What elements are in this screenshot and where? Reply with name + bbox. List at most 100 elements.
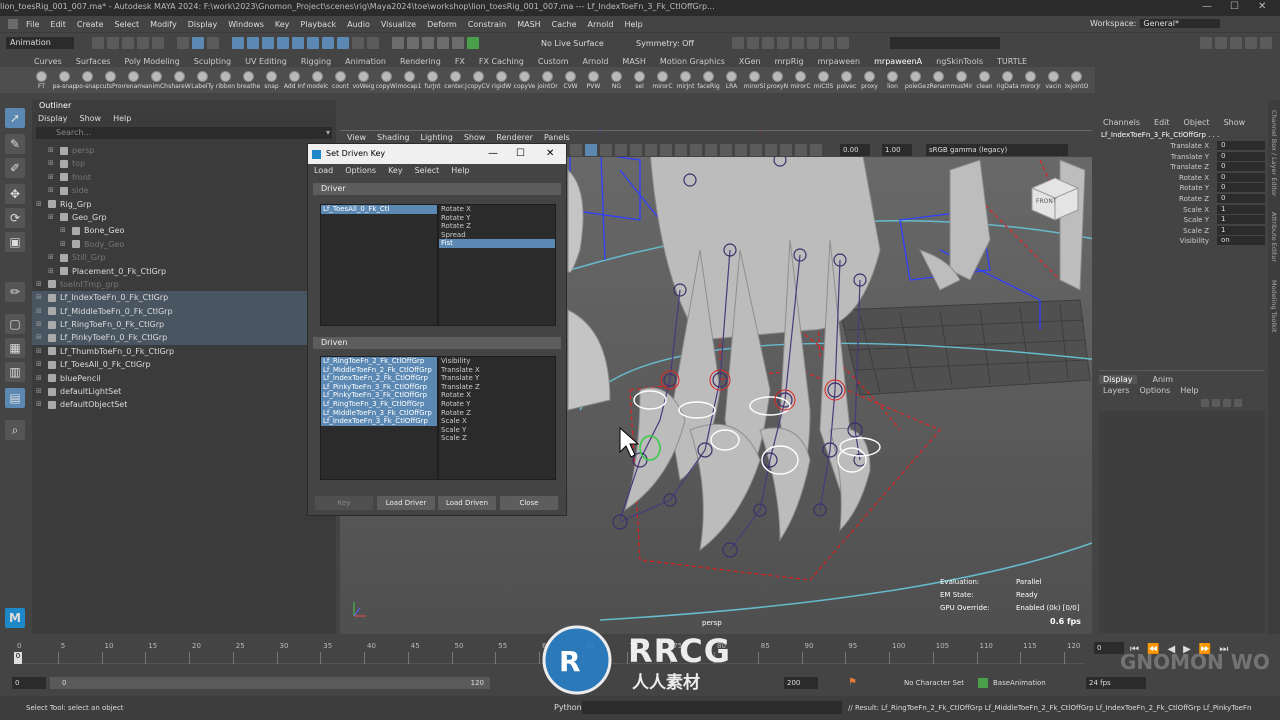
character-set-select[interactable]: No Character Set <box>904 679 964 687</box>
gamma-field[interactable]: 1.00 <box>882 144 912 156</box>
expand-icon[interactable]: ⊞ <box>36 331 42 344</box>
layer-list[interactable] <box>1099 411 1265 633</box>
expand-icon[interactable]: ⊞ <box>48 157 54 170</box>
panel-toggle-icon-1[interactable] <box>1200 37 1212 49</box>
shelf-button[interactable]: mirorSl <box>743 70 766 90</box>
list-item[interactable]: Lf_RingToeFn_2_Fk_CtlOffGrp <box>321 357 437 366</box>
redo-icon[interactable] <box>152 37 164 49</box>
list-item[interactable]: Lf_PinkyToeFn_3_Fk_CtlOffGrp <box>321 382 437 392</box>
menu-arnold[interactable]: Arnold <box>588 20 614 29</box>
shelf-button[interactable]: DxjointOr <box>1065 70 1088 90</box>
shelf-button[interactable]: polvec <box>835 70 858 90</box>
channel-row[interactable]: Rotate Y 0 <box>1097 183 1267 194</box>
menu-key[interactable]: Key <box>275 20 290 29</box>
layer-menu-layers[interactable]: Layers <box>1103 386 1129 395</box>
panel-toggle-icon-5[interactable] <box>1260 37 1272 49</box>
render-icon-2[interactable] <box>747 37 759 49</box>
channel-value[interactable]: 0 <box>1217 183 1265 193</box>
shelf-button[interactable]: voWeig <box>352 70 375 90</box>
outliner-item[interactable]: ⊞ Body_Geo <box>32 238 336 251</box>
live-surface-icon[interactable] <box>467 37 479 49</box>
render-icon-7[interactable] <box>822 37 834 49</box>
new-scene-icon[interactable] <box>92 37 104 49</box>
outliner-item[interactable]: ⊞ Placement_0_Fk_CtlGrp <box>32 265 336 278</box>
shelf-button[interactable]: faceRig <box>697 70 720 90</box>
menu-constrain[interactable]: Constrain <box>468 20 506 29</box>
sdk-minimize-button[interactable]: — <box>488 144 498 164</box>
rotate-tool-icon[interactable]: ⟳ <box>5 208 25 228</box>
menu-file[interactable]: File <box>26 20 39 29</box>
move-tool-icon[interactable]: ✥ <box>5 184 25 204</box>
shelf-tab-rendering[interactable]: Rendering <box>400 57 441 66</box>
channel-value[interactable]: 0 <box>1217 141 1265 150</box>
outliner-item[interactable]: ⊞ Lf_RingToeFn_0_Fk_CtlGrp <box>32 318 336 332</box>
channel-value[interactable]: 1 <box>1217 204 1265 214</box>
shelf-button[interactable]: mirJnt <box>674 70 697 90</box>
driver-object-list[interactable]: Lf_ToesAll_0_Fk_Ctl <box>320 204 438 326</box>
outliner-item[interactable]: ⊞ Lf_IndexToeFn_0_Fk_CtlGrp <box>32 291 336 305</box>
fps-select[interactable]: 24 fps <box>1086 677 1146 689</box>
outliner-item[interactable]: ⊞ persp <box>32 144 336 157</box>
mask-icon-5[interactable] <box>292 37 304 49</box>
render-icon-5[interactable] <box>792 37 804 49</box>
panel-toggle-icon-3[interactable] <box>1230 37 1242 49</box>
list-item[interactable]: Lf_RingToeFn_3_Fk_CtlOffGrp <box>321 399 437 409</box>
shelf-tab-ngskintools[interactable]: ngSkinTools <box>936 57 983 66</box>
channel-menu-show[interactable]: Show <box>1224 118 1246 127</box>
select-object-icon[interactable] <box>192 37 204 49</box>
list-item[interactable]: Lf_PinkyToeFn_3_Fk_CtlOffGrp <box>321 391 437 400</box>
res-gate-icon[interactable] <box>750 144 762 156</box>
shelf-tab-fx-caching[interactable]: FX Caching <box>479 57 524 66</box>
sdk-menu-key[interactable]: Key <box>388 164 403 178</box>
shelf-button[interactable]: PVW <box>582 70 605 90</box>
channel-menu-channels[interactable]: Channels <box>1103 118 1140 127</box>
xray-joint-icon[interactable] <box>720 144 732 156</box>
expand-icon[interactable]: ⊞ <box>60 224 66 237</box>
shelf-button[interactable]: sel <box>628 70 651 90</box>
shadow-icon[interactable] <box>660 144 672 156</box>
shelf-button[interactable]: mocap1 <box>398 70 421 90</box>
channel-row[interactable]: Scale Y 1 <box>1097 215 1267 226</box>
key-button[interactable]: Key <box>315 496 373 510</box>
film-gate-icon[interactable] <box>735 144 747 156</box>
expand-icon[interactable]: ⊞ <box>36 345 42 358</box>
channel-menu-object[interactable]: Object <box>1184 118 1210 127</box>
shelf-tab-surfaces[interactable]: Surfaces <box>76 57 111 66</box>
range-slider[interactable]: 0 120 <box>50 677 490 689</box>
search-icon[interactable]: ⌕ <box>5 420 25 440</box>
outliner-item[interactable]: ⊞ Lf_MiddleToeFn_0_Fk_CtlGrp <box>32 304 336 319</box>
expand-icon[interactable]: ⊞ <box>36 318 42 331</box>
channel-row[interactable]: Translate Z 0 <box>1097 162 1267 173</box>
expand-icon[interactable]: ⊞ <box>36 385 42 398</box>
expand-icon[interactable]: ⊞ <box>36 398 42 411</box>
snap-point-icon[interactable] <box>422 37 434 49</box>
menu-select[interactable]: Select <box>114 20 139 29</box>
render-icon-1[interactable] <box>732 37 744 49</box>
shelf-button[interactable]: musMir <box>950 70 973 90</box>
outliner-item[interactable]: ⊞ Lf_ToesAll_0_Fk_CtlGrp <box>32 358 336 371</box>
outliner-item[interactable]: ⊞ Lf_PinkyToeFn_0_Fk_CtlGrp <box>32 331 336 345</box>
shelf-button[interactable]: mirorJr <box>1019 70 1042 90</box>
shelf-button[interactable]: center.J <box>444 70 467 90</box>
sdk-maximize-button[interactable]: ☐ <box>516 144 525 164</box>
snap-grid-icon[interactable] <box>392 37 404 49</box>
list-item[interactable]: Lf_MiddleToeFn_3_Fk_CtlOffGrp <box>321 408 437 418</box>
field-chart-icon[interactable] <box>780 144 792 156</box>
viewport-menu-panels[interactable]: Panels <box>544 133 570 142</box>
menu-mash[interactable]: MASH <box>517 20 540 29</box>
shelf-tab-rigging[interactable]: Rigging <box>301 57 331 66</box>
expand-icon[interactable]: ⊞ <box>60 238 66 251</box>
menu-modify[interactable]: Modify <box>150 20 177 29</box>
shelf-button[interactable]: furJnt <box>421 70 444 90</box>
side-tab-channel-box[interactable]: Channel Box / Layer Editor <box>1270 110 1278 197</box>
current-time-indicator[interactable]: 0 <box>14 652 22 664</box>
channel-row[interactable]: Visibility on <box>1097 236 1267 247</box>
list-item[interactable]: Scale Y <box>439 426 555 435</box>
select-tool-icon[interactable]: ➚ <box>5 108 25 128</box>
outliner-item[interactable]: ⊞ toeIntTmp_grp <box>32 278 336 291</box>
symmetry-label[interactable]: Symmetry: Off <box>636 39 694 48</box>
shelf-tab-curves[interactable]: Curves <box>34 57 62 66</box>
list-item[interactable]: Fist <box>439 239 555 248</box>
sdk-menu-options[interactable]: Options <box>345 164 376 178</box>
color-space-select[interactable]: sRGB gamma (legacy) <box>926 144 1068 156</box>
